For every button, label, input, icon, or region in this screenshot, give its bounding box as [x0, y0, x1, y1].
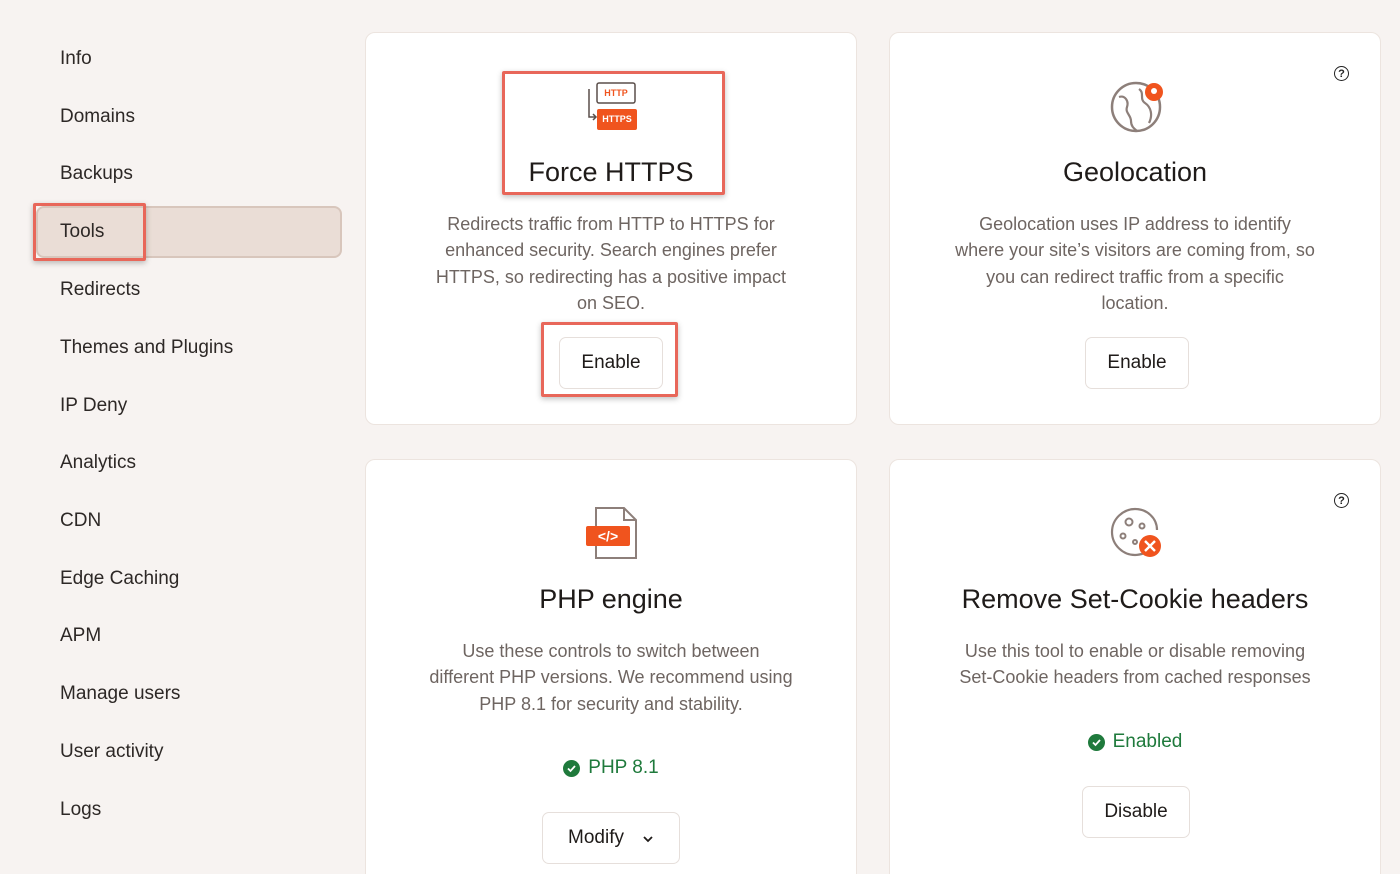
card-description: Geolocation uses IP address to identify …: [955, 214, 1315, 313]
php-version-status: PHP 8.1: [366, 757, 856, 779]
modify-label: Modify: [568, 827, 624, 848]
sidebar-item-info[interactable]: Info: [60, 44, 92, 74]
sidebar-item-ip-deny[interactable]: IP Deny: [60, 391, 127, 421]
card-title: PHP engine: [539, 584, 683, 614]
card-title: Geolocation: [1062, 157, 1208, 187]
sidebar: Info Domains Backups Tools Redirects The…: [0, 0, 360, 874]
help-icon[interactable]: ?: [1334, 66, 1349, 81]
code-label: </>: [597, 528, 619, 544]
enable-force-https-button[interactable]: Enable: [559, 337, 663, 389]
sidebar-item-manage-users[interactable]: Manage users: [60, 679, 180, 709]
help-icon[interactable]: ?: [1334, 493, 1349, 508]
enable-geolocation-button[interactable]: Enable: [1085, 337, 1189, 389]
sidebar-item-logs[interactable]: Logs: [60, 795, 101, 825]
http-label: HTTP: [604, 88, 628, 98]
cookie-remove-icon: [1109, 506, 1165, 560]
card-description: Redirects traffic from HTTP to HTTPS for…: [435, 214, 787, 313]
sidebar-item-user-activity[interactable]: User activity: [60, 737, 163, 767]
card-php-engine: </> PHP engine Use these controls to swi…: [365, 459, 857, 874]
check-circle-icon: [1087, 733, 1105, 751]
https-label: HTTPS: [602, 114, 632, 124]
set-cookie-status: Enabled: [890, 731, 1380, 753]
card-description: Use these controls to switch between dif…: [429, 641, 793, 714]
card-title: Remove Set-Cookie headers: [961, 584, 1309, 614]
card-geolocation: ? Geolocation Geolocation uses IP addres…: [889, 32, 1381, 425]
disable-set-cookie-button[interactable]: Disable: [1082, 786, 1190, 838]
card-remove-set-cookie: ? Remove Set-Cookie headers Use this too…: [889, 459, 1381, 874]
chevron-down-icon: [642, 827, 654, 849]
card-title: Force HTTPS: [528, 157, 694, 187]
sidebar-item-backups[interactable]: Backups: [60, 159, 133, 189]
sidebar-item-cdn[interactable]: CDN: [60, 506, 101, 536]
check-circle-icon: [563, 759, 581, 777]
card-force-https: HTTP HTTPS Force HTTPS Redirects traffic…: [365, 32, 857, 425]
sidebar-item-analytics[interactable]: Analytics: [60, 448, 136, 478]
sidebar-item-domains[interactable]: Domains: [60, 102, 135, 132]
modify-php-button[interactable]: Modify: [542, 812, 680, 864]
code-file-icon: </>: [584, 506, 640, 560]
sidebar-item-apm[interactable]: APM: [60, 621, 101, 651]
sidebar-item-tools[interactable]: Tools: [60, 217, 104, 247]
sidebar-item-themes-and-plugins[interactable]: Themes and Plugins: [60, 333, 233, 363]
php-version-text: PHP 8.1: [588, 757, 659, 778]
enabled-status-text: Enabled: [1112, 731, 1183, 752]
card-description: Use this tool to enable or disable remov…: [959, 641, 1311, 688]
sidebar-item-edge-caching[interactable]: Edge Caching: [60, 564, 179, 594]
globe-pin-icon: [1109, 79, 1167, 135]
sidebar-item-redirects[interactable]: Redirects: [60, 275, 140, 305]
http-https-icon: HTTP HTTPS: [583, 81, 641, 136]
